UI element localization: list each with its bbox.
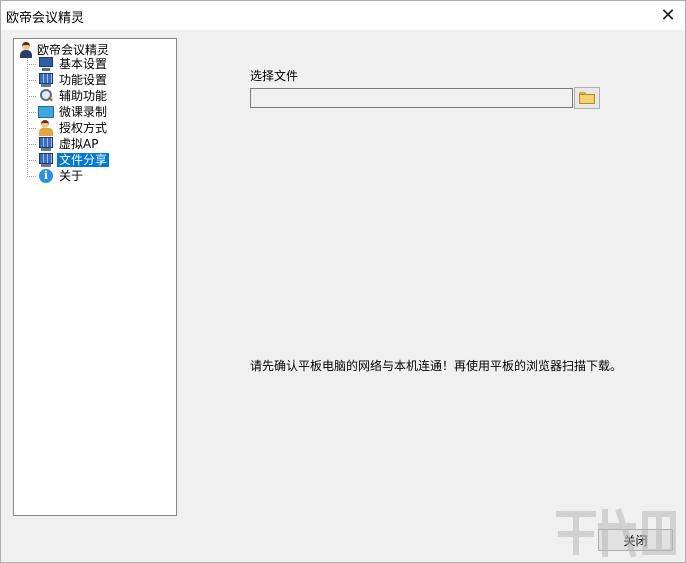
search-icon [38,88,54,104]
settings-tree: 欧帝会议精灵 基本设置 功能设置 辅助功能 微课录制 授权方式 虚拟AP 文件分… [13,38,177,516]
tree-item-micro-lesson-recording[interactable]: 微课录制 [38,104,109,120]
window-close-button[interactable]: ✕ [657,4,679,26]
file-path-input[interactable] [250,88,573,108]
grid-monitor-icon [38,136,54,152]
tree-item-about[interactable]: 关于 [38,168,85,184]
tree-branch-line [27,144,36,145]
info-icon [38,168,54,184]
folder-open-icon [579,92,595,104]
grid-monitor-icon [38,152,54,168]
tree-branch-line [27,112,36,113]
tree-branch-line [27,64,36,65]
tree-item-label: 辅助功能 [59,89,108,103]
video-icon [38,104,54,120]
grid-monitor-icon [38,72,54,88]
tree-item-label: 功能设置 [59,73,108,87]
tree-item-basic-settings[interactable]: 基本设置 [38,56,109,72]
select-file-label: 选择文件 [250,69,299,83]
title-bar: 欧帝会议精灵 ✕ [1,1,685,30]
tree-branch-line [27,96,36,97]
close-button[interactable]: 关闭 [598,529,673,551]
connection-notice: 请先确认平板电脑的网络与本机连通！再使用平板的浏览器扫描下载。 [250,359,623,373]
tree-item-virtual-ap[interactable]: 虚拟AP [38,136,100,152]
tree-item-function-settings[interactable]: 功能设置 [38,72,109,88]
person-icon [18,41,34,58]
tree-branch-line [27,160,36,161]
auth-icon [38,120,54,136]
tree-connector-line [27,57,28,177]
tree-item-label: 虚拟AP [59,137,99,151]
tree-item-label: 基本设置 [59,57,108,71]
tree-branch-line [27,80,36,81]
tree-item-label: 微课录制 [59,105,108,119]
browse-file-button[interactable] [574,87,600,109]
monitor-icon [38,56,54,72]
close-button-label: 关闭 [623,533,648,548]
tree-item-label: 文件分享 [57,153,110,167]
tree-branch-line [27,128,36,129]
tree-item-label: 关于 [59,169,84,183]
tree-item-auxiliary-functions[interactable]: 辅助功能 [38,88,109,104]
tree-item-label: 授权方式 [59,121,108,135]
tree-branch-line [27,176,36,177]
tree-item-authorization[interactable]: 授权方式 [38,120,109,136]
window-title: 欧帝会议精灵 [6,11,85,26]
tree-item-file-share[interactable]: 文件分享 [38,152,110,168]
app-window: 欧帝会议精灵 ✕ 欧帝会议精灵 基本设置 功能设置 辅助功能 微课录制 授权方式… [0,0,686,563]
